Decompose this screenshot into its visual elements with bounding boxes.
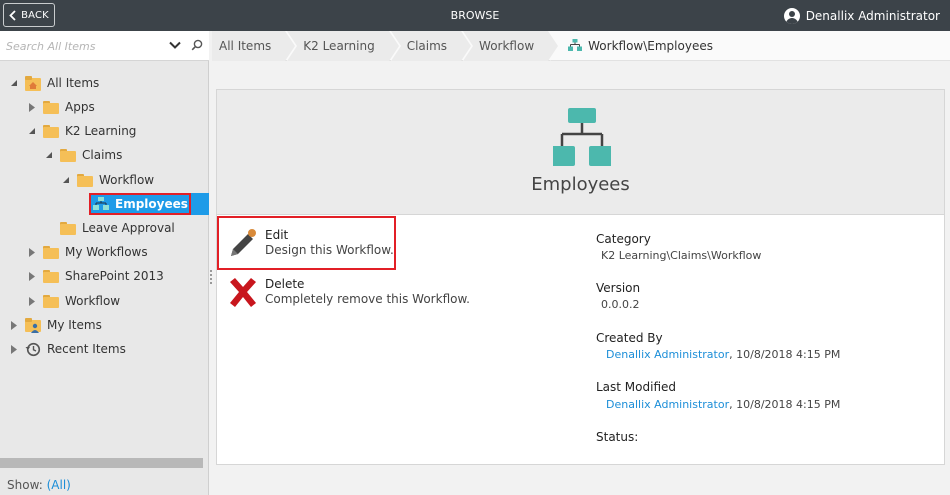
tree-item-label: Claims [82,148,123,162]
collapsed-arrow-icon[interactable] [27,102,37,112]
version-label: Version [596,281,641,295]
chevron-left-icon [9,9,16,21]
tree-item-recent-items[interactable]: Recent Items [9,339,126,359]
last-modified-label: Last Modified [596,380,677,394]
breadcrumb-current-label: Workflow\Employees [588,38,713,53]
folder-icon [43,124,59,138]
tree-item-label: Recent Items [47,342,126,356]
workflow-icon [553,108,611,166]
avatar-icon [783,7,800,24]
collapsed-arrow-icon[interactable] [9,344,19,354]
red-x-icon [227,277,261,311]
category-value: K2 Learning\Claims\Workflow [601,249,762,262]
collapsed-arrow-icon[interactable] [27,247,37,257]
back-button-label: BACK [21,9,49,21]
user-folder-icon [25,317,41,333]
selection-callout-box [89,193,191,215]
expanded-arrow-icon[interactable] [27,126,37,136]
back-button[interactable]: BACK [3,3,55,27]
show-filter-link[interactable]: (All) [47,478,71,492]
tree-item-label: All Items [47,76,100,90]
created-date: , 10/8/2018 4:15 PM [729,348,841,361]
edit-callout-box [217,216,396,270]
tree-item-workflow-root[interactable]: Workflow [27,291,120,311]
folder-icon [43,100,59,114]
workflow-icon [568,39,583,51]
show-label: Show: [7,478,43,492]
sidebar-scrollbar[interactable] [0,458,203,468]
history-icon [25,342,41,357]
created-by-value: Denallix Administrator, 10/8/2018 4:15 P… [601,348,840,361]
folder-icon [60,221,76,235]
top-bar: BACK BROWSE Denallix Administrator [0,0,950,31]
sidebar: All Items Apps K2 Learning Claims Workfl… [0,31,209,495]
tree-item-label: Workflow [99,173,155,187]
modified-by-user-link[interactable]: Denallix Administrator [606,398,729,411]
folder-icon [43,269,59,283]
breadcrumb-claims[interactable]: Claims [390,30,474,61]
item-details-card: Employees Edit Design this Workflow. Del… [216,89,945,465]
home-folder-icon [25,75,41,91]
breadcrumb-current: Workflow\Employees [550,39,713,53]
tree-item-sharepoint-2013[interactable]: SharePoint 2013 [27,266,164,286]
tree-item-label: My Items [47,318,102,332]
tree-item-label: Workflow [65,294,121,308]
last-modified-value: Denallix Administrator, 10/8/2018 4:15 P… [601,398,840,411]
chevron-down-icon[interactable] [168,38,182,52]
created-by-label: Created By [596,331,663,345]
tree-item-my-workflows[interactable]: My Workflows [27,242,148,262]
tree-item-all-items[interactable]: All Items [9,73,99,93]
collapsed-arrow-icon[interactable] [27,271,37,281]
breadcrumb-workflow[interactable]: Workflow [463,30,561,61]
folder-icon [77,173,93,187]
user-name: Denallix Administrator [805,8,940,23]
collapsed-arrow-icon[interactable] [9,320,19,330]
search-bar [0,31,209,61]
tree-item-claims[interactable]: Claims [44,145,122,165]
delete-action[interactable]: Delete Completely remove this Workflow. [227,277,470,311]
tree-item-label: Leave Approval [82,221,175,235]
folder-icon [43,245,59,259]
expanded-arrow-icon[interactable] [9,78,19,88]
tree-item-workflow[interactable]: Workflow [61,170,154,190]
breadcrumb-k2-learning[interactable]: K2 Learning [287,30,402,61]
delete-action-description: Completely remove this Workflow. [265,292,470,306]
folder-icon [43,294,59,308]
show-filter: Show: (All) [7,478,71,492]
tree-item-k2-learning[interactable]: K2 Learning [27,121,136,141]
search-icon[interactable] [191,39,203,51]
item-title: Employees [531,174,630,195]
tree-item-label: K2 Learning [65,124,137,138]
tree-item-my-items[interactable]: My Items [9,315,102,335]
pane-splitter[interactable] [210,270,213,288]
version-value: 0.0.0.2 [601,298,640,311]
created-by-user-link[interactable]: Denallix Administrator [606,348,729,361]
expanded-arrow-icon[interactable] [61,175,71,185]
collapsed-arrow-icon[interactable] [27,296,37,306]
tree-item-label: My Workflows [65,245,148,259]
delete-action-title: Delete [265,277,305,291]
breadcrumb: All Items K2 Learning Claims Workflow Wo… [212,30,950,61]
tree-item-label: Apps [65,100,95,114]
folder-icon [60,148,76,162]
user-menu[interactable]: Denallix Administrator [783,0,940,31]
status-label: Status: [596,430,639,444]
breadcrumb-all-items[interactable]: All Items [212,30,298,61]
modified-date: , 10/8/2018 4:15 PM [729,398,841,411]
tree-item-label: SharePoint 2013 [65,269,164,283]
tree-item-leave-approval[interactable]: Leave Approval [44,218,175,238]
card-header: Employees [217,90,944,215]
search-input[interactable] [6,37,164,55]
category-label: Category [596,232,651,246]
tree-item-apps[interactable]: Apps [27,97,95,117]
expanded-arrow-icon[interactable] [44,150,54,160]
